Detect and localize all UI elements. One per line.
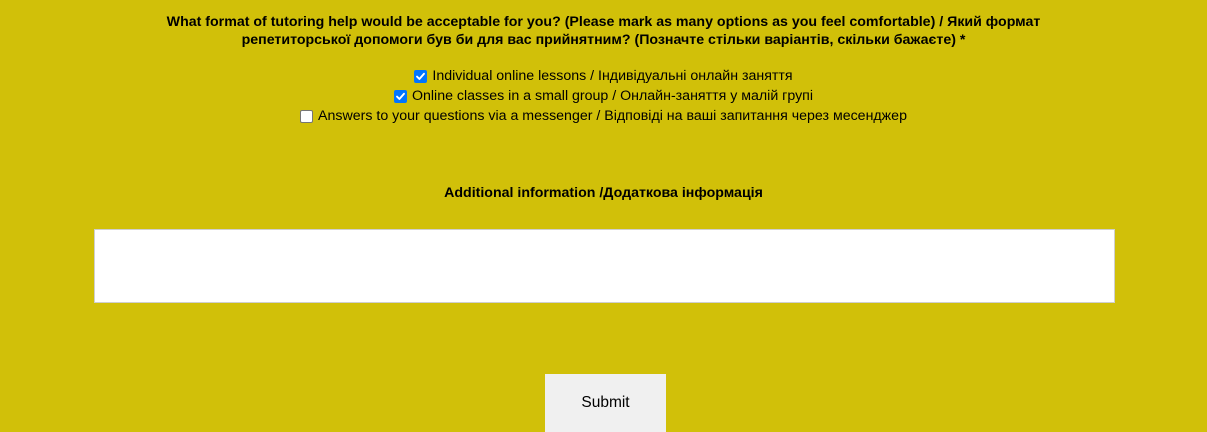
question-line-2: репетиторської допомоги був би для вас п… — [241, 32, 966, 48]
question-heading: What format of tutoring help would be ac… — [0, 13, 1207, 49]
question-line-1: What format of tutoring help would be ac… — [166, 14, 1041, 30]
option-individual-online-lessons[interactable]: Individual online lessons / Індивідуальн… — [414, 66, 793, 86]
option-online-small-group[interactable]: Online classes in a small group / Онлайн… — [393, 86, 814, 106]
checkbox-individual-online-lessons[interactable] — [414, 69, 428, 83]
options-group: Individual online lessons / Індивідуальн… — [0, 66, 1207, 126]
checkbox-online-small-group[interactable] — [393, 89, 407, 103]
tutoring-form: What format of tutoring help would be ac… — [0, 0, 1207, 432]
submit-button[interactable]: Submit — [545, 374, 666, 432]
checkmark-icon — [416, 72, 426, 80]
option-label: Answers to your questions via a messenge… — [318, 108, 907, 124]
additional-info-label: Additional information /Додаткова інформ… — [444, 185, 763, 201]
additional-info-field[interactable] — [94, 229, 1115, 303]
option-messenger-answers[interactable]: Answers to your questions via a messenge… — [300, 106, 907, 126]
option-label: Online classes in a small group / Онлайн… — [411, 88, 814, 104]
checkbox-messenger-answers[interactable] — [300, 109, 314, 123]
checkmark-icon — [396, 92, 405, 100]
option-label: Individual online lessons / Індивідуальн… — [432, 68, 793, 84]
